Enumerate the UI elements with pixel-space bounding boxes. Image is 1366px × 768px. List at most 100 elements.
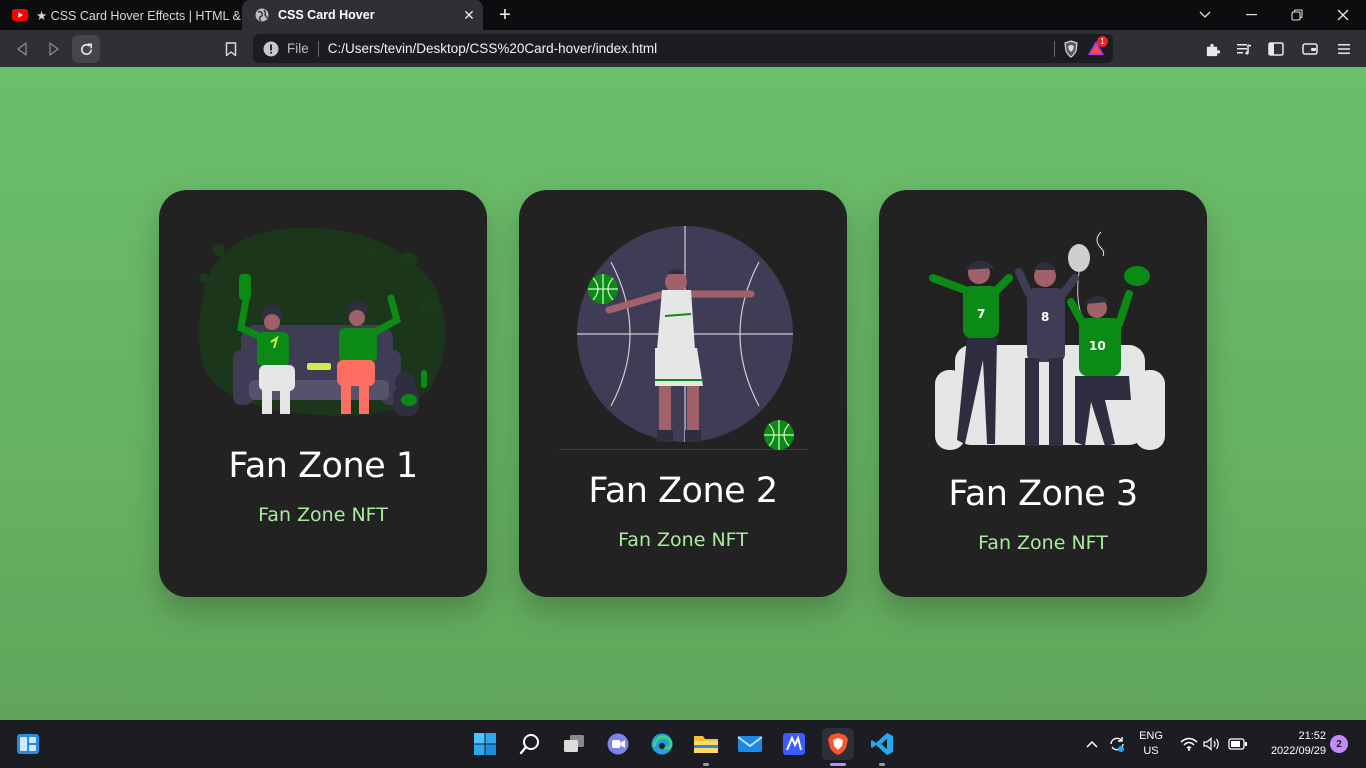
chevron-up-icon [1086,740,1098,748]
reload-button[interactable] [72,35,100,63]
language-label: ENG [1139,730,1163,742]
brave-button[interactable] [822,728,854,766]
puzzle-icon [1206,43,1220,56]
menu-button[interactable] [1330,35,1358,63]
card-fan-zone-3[interactable]: 7 8 10 Fan Zone 3 Fan Zone NFT [879,190,1207,597]
card-title: Fan Zone 1 [228,446,418,486]
card-title: Fan Zone 3 [948,474,1138,514]
tab-title: CSS Card Hover [278,8,375,22]
volume-status[interactable] [1203,720,1221,768]
address-bar[interactable]: File C:/Users/tevin/Desktop/CSS%20Card-h… [253,34,1113,63]
language-region: US [1143,745,1159,757]
vscode-button[interactable] [866,728,898,766]
task-view-button[interactable] [558,728,590,760]
language-indicator[interactable]: ENG US [1136,729,1166,759]
close-window-button[interactable] [1320,0,1366,30]
forward-icon [49,42,59,56]
close-icon [1337,9,1349,21]
svg-text:8: 8 [1041,310,1049,324]
card-subtitle: Fan Zone NFT [258,504,388,526]
info-icon [263,41,279,56]
tab-title: ★ CSS Card Hover Effects | HTML & CSS [36,8,242,23]
basketball-player-illustration [559,226,807,450]
task-view-icon [564,735,584,752]
show-hidden-icons-button[interactable] [1085,720,1099,768]
sync-icon [1110,737,1124,752]
chat-icon [607,733,629,755]
mail-button[interactable] [734,728,766,760]
file-explorer-icon [694,736,718,753]
edge-icon [651,733,673,755]
omnibox-divider [317,40,319,57]
app-icon [783,733,805,755]
sidebar-icon [1268,42,1284,56]
card-title: Fan Zone 2 [588,471,778,511]
card-subtitle: Fan Zone NFT [618,529,748,551]
extensions-button[interactable] [1198,35,1226,63]
start-button[interactable] [469,728,501,760]
svg-text:7: 7 [977,307,985,321]
card-fan-zone-1[interactable]: Fan Zone 1 Fan Zone NFT [159,190,487,597]
close-tab-button[interactable]: ✕ [459,5,479,25]
battery-icon [1228,738,1247,750]
forward-button[interactable] [40,35,68,63]
widgets-icon [17,734,39,754]
brave-rewards-button[interactable]: 1 [1087,35,1108,58]
search-button[interactable] [514,728,546,760]
restore-icon [1291,9,1303,21]
playlist-button[interactable] [1230,35,1258,63]
vscode-icon [871,733,893,755]
search-icon [519,734,539,755]
windows-start-icon [474,733,496,755]
sidebar-button[interactable] [1262,35,1290,63]
back-icon [17,42,27,56]
card-fan-zone-2[interactable]: Fan Zone 2 Fan Zone NFT [519,190,847,597]
youtube-icon [12,7,28,23]
file-explorer-button[interactable] [690,728,722,766]
edge-button[interactable] [646,728,678,760]
minimize-icon [1245,14,1257,16]
scheme-label: File [287,41,309,56]
tab-search-button[interactable] [1182,0,1228,30]
browser-toolbar: File C:/Users/tevin/Desktop/CSS%20Card-h… [0,30,1366,67]
widgets-button[interactable] [12,728,44,760]
hamburger-menu-icon [1338,44,1350,54]
running-indicator [703,763,709,766]
wallet-icon [1302,43,1318,55]
chevron-down-icon [1199,11,1211,18]
globe-icon [254,7,270,23]
omnibox-actions: 1 [1054,35,1108,58]
card-subtitle: Fan Zone NFT [978,532,1108,554]
page-content: Fan Zone 1 Fan Zone NFT Fan Zone 2 Fan Z… [0,67,1366,720]
fans-on-couch-illustration [199,227,446,416]
network-status[interactable] [1180,720,1198,768]
new-tab-button[interactable]: + [494,4,516,26]
svg-text:10: 10 [1089,339,1106,353]
running-indicator [879,763,885,766]
bookmark-button[interactable] [217,35,245,63]
restore-button[interactable] [1274,0,1320,30]
minimize-button[interactable] [1228,0,1274,30]
omnibox-divider [1054,40,1055,57]
taskbar: ENG US 21:52 2022/09/29 2 [0,720,1366,768]
clock[interactable]: 21:52 2022/09/29 [1252,729,1326,759]
app-button[interactable] [778,728,810,760]
speaker-icon [1203,737,1219,751]
back-button[interactable] [8,35,36,63]
rewards-badge: 1 [1097,35,1108,47]
tab-youtube[interactable]: ★ CSS Card Hover Effects | HTML & CSS [0,0,242,30]
brave-icon [828,733,848,755]
playlist-icon [1237,44,1252,55]
tab-strip: ★ CSS Card Hover Effects | HTML & CSS CS… [0,0,1366,30]
cheering-fans-illustration: 7 8 10 [929,231,1165,450]
url-text[interactable]: C:/Users/tevin/Desktop/CSS%20Card-hover/… [328,41,657,56]
battery-status[interactable] [1228,720,1248,768]
active-indicator [830,763,846,766]
notification-badge[interactable]: 2 [1330,735,1348,753]
chat-button[interactable] [602,728,634,760]
brave-shields-icon[interactable] [1063,39,1079,58]
bookmark-icon [225,41,237,56]
sync-status[interactable] [1108,720,1126,768]
tab-css-card-hover[interactable]: CSS Card Hover ✕ [242,0,483,30]
wallet-button[interactable] [1296,35,1324,63]
